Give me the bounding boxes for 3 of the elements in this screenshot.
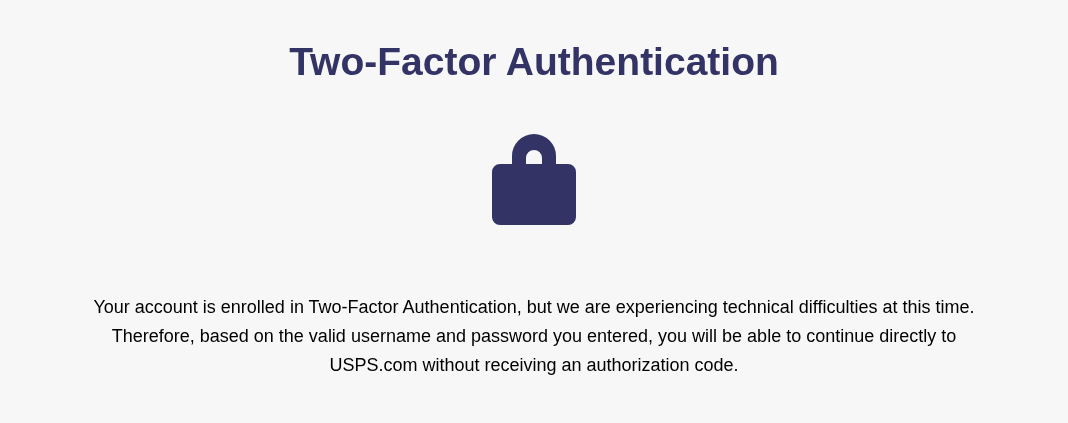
- page-title: Two-Factor Authentication: [289, 39, 779, 85]
- info-message: Your account is enrolled in Two-Factor Authentication, but we are experiencing technical difficulties at this time. Therefore, based on the valid username and password you entered, you will be able to continue directly to USPS.com without receiving an authorization code.: [92, 296, 976, 377]
- lock-icon: [492, 134, 576, 225]
